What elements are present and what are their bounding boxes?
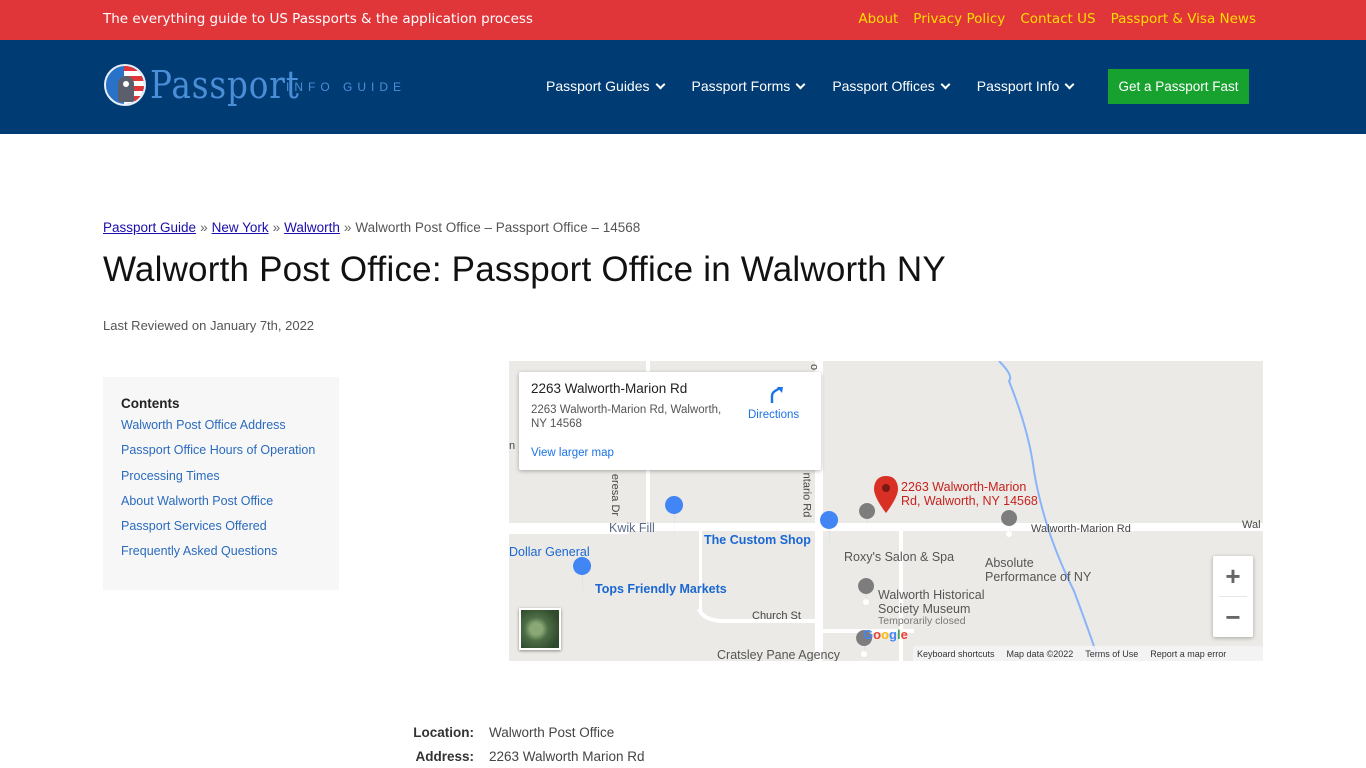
map-label-teresa-dr: eresa Dr: [609, 473, 622, 517]
map-label-walworth-edge: Wal: [1242, 519, 1261, 531]
chevron-down-icon: [655, 79, 665, 89]
map-card-title: 2263 Walworth-Marion Rd: [531, 381, 688, 396]
breadcrumb-walworth[interactable]: Walworth: [284, 220, 340, 235]
google-logo: Google: [863, 627, 908, 642]
about-link[interactable]: About: [858, 11, 898, 27]
map-label-ontario-rd: ntario Rd: [800, 472, 813, 518]
map-label-dollar-general[interactable]: Dollar General: [509, 545, 590, 559]
map-card-address: 2263 Walworth-Marion Rd, Walworth, NY 14…: [531, 404, 722, 430]
map-label-pin: 2263 Walworth-Marion Rd, Walworth, NY 145…: [901, 480, 1038, 508]
top-links: About Privacy Policy Contact US Passport…: [858, 11, 1256, 27]
terms-of-use-link[interactable]: Terms of Use: [1085, 649, 1138, 659]
logo-subtitle: INFO GUIDE: [286, 80, 407, 94]
site-logo[interactable]: Passport INFO GUIDE: [104, 63, 401, 107]
last-reviewed: Last Reviewed on January 7th, 2022: [103, 318, 315, 333]
directions-icon[interactable]: [767, 386, 785, 404]
privacy-policy-link[interactable]: Privacy Policy: [913, 11, 1005, 27]
map-data-text: Map data ©2022: [1006, 648, 1074, 659]
keyboard-shortcuts-link[interactable]: Keyboard shortcuts: [917, 649, 995, 659]
main-nav: Passport Guides Passport Forms Passport …: [546, 78, 1101, 94]
detail-row-address: Address: 2263 Walworth Marion Rd: [415, 749, 645, 764]
nav-passport-offices[interactable]: Passport Offices: [832, 78, 951, 94]
map-label-museum[interactable]: Walworth Historical Society Museum: [878, 588, 985, 616]
logo-wordmark: Passport: [150, 63, 300, 107]
map-label-roxys[interactable]: Roxy's Salon & Spa: [844, 550, 954, 564]
map-zoom-controls: + −: [1213, 556, 1253, 637]
top-bar: The everything guide to US Passports & t…: [0, 0, 1366, 40]
map-label-tops[interactable]: Tops Friendly Markets: [595, 582, 727, 596]
detail-row-location: Location: Walworth Post Office: [413, 725, 615, 740]
breadcrumb-current: Walworth Post Office – Passport Office –…: [355, 220, 641, 235]
nav-passport-forms[interactable]: Passport Forms: [692, 78, 806, 94]
contact-us-link[interactable]: Contact US: [1020, 11, 1095, 27]
map-label-left-edge: n: [509, 440, 516, 452]
map-label-walworth-marion-rd: Walworth-Marion Rd: [1031, 523, 1131, 535]
view-larger-map-link[interactable]: View larger map: [531, 447, 614, 459]
map-label-absolute[interactable]: Absolute Performance of NY: [985, 556, 1091, 584]
map-label-cratsley[interactable]: Cratsley Pane Agency: [717, 648, 840, 661]
chevron-down-icon: [940, 79, 951, 89]
chevron-down-icon: [795, 79, 806, 89]
toc-item-about[interactable]: About Walworth Post Office: [121, 493, 321, 510]
map-label-museum-closed: Temporarily closed: [878, 615, 966, 627]
breadcrumb-new-york[interactable]: New York: [212, 220, 269, 235]
passport-logo-icon: [104, 64, 146, 106]
office-details: Location: Walworth Post Office Address: …: [400, 725, 645, 768]
toc-item-services[interactable]: Passport Services Offered: [121, 518, 321, 535]
embedded-map[interactable]: 2263 Walworth-Marion Rd, Walworth, NY 145…: [509, 361, 1263, 661]
nav-passport-info[interactable]: Passport Info: [977, 78, 1075, 94]
report-map-error-link[interactable]: Report a map error: [1150, 649, 1226, 659]
passport-visa-news-link[interactable]: Passport & Visa News: [1111, 11, 1256, 27]
site-tagline: The everything guide to US Passports & t…: [103, 11, 533, 27]
zoom-out-button[interactable]: −: [1213, 597, 1253, 637]
toc-item-processing[interactable]: Processing Times: [121, 468, 321, 485]
map-info-card: 2263 Walworth-Marion Rd 2263 Walworth-Ma…: [519, 372, 821, 470]
toc-item-faq[interactable]: Frequently Asked Questions: [121, 543, 321, 560]
toc-item-address[interactable]: Walworth Post Office Address: [121, 417, 321, 434]
breadcrumb: Passport Guide» New York» Walworth» Walwort…: [103, 220, 641, 235]
map-label-custom-shop[interactable]: The Custom Shop: [704, 533, 811, 547]
page-title: Walworth Post Office: Passport Office in…: [103, 250, 946, 289]
map-label-kwik-fill[interactable]: Kwik Fill: [609, 521, 655, 535]
directions-link[interactable]: Directions: [748, 409, 799, 421]
toc-item-hours[interactable]: Passport Office Hours of Operation: [121, 442, 321, 459]
chevron-down-icon: [1064, 79, 1075, 89]
table-of-contents: Contents Walworth Post Office Address Pa…: [103, 377, 339, 590]
site-header: Passport INFO GUIDE Passport Guides Pass…: [0, 40, 1366, 134]
get-passport-fast-button[interactable]: Get a Passport Fast: [1108, 69, 1249, 104]
satellite-toggle-button[interactable]: [519, 608, 561, 650]
breadcrumb-passport-guide[interactable]: Passport Guide: [103, 220, 196, 235]
map-attribution: Keyboard shortcuts Map data ©2022 Terms …: [913, 646, 1263, 661]
zoom-in-button[interactable]: +: [1213, 556, 1253, 596]
map-label-church-st: Church St: [752, 610, 801, 622]
map-label-top-edge: o: [808, 363, 821, 371]
contents-heading: Contents: [121, 396, 180, 411]
nav-passport-guides[interactable]: Passport Guides: [546, 78, 665, 94]
